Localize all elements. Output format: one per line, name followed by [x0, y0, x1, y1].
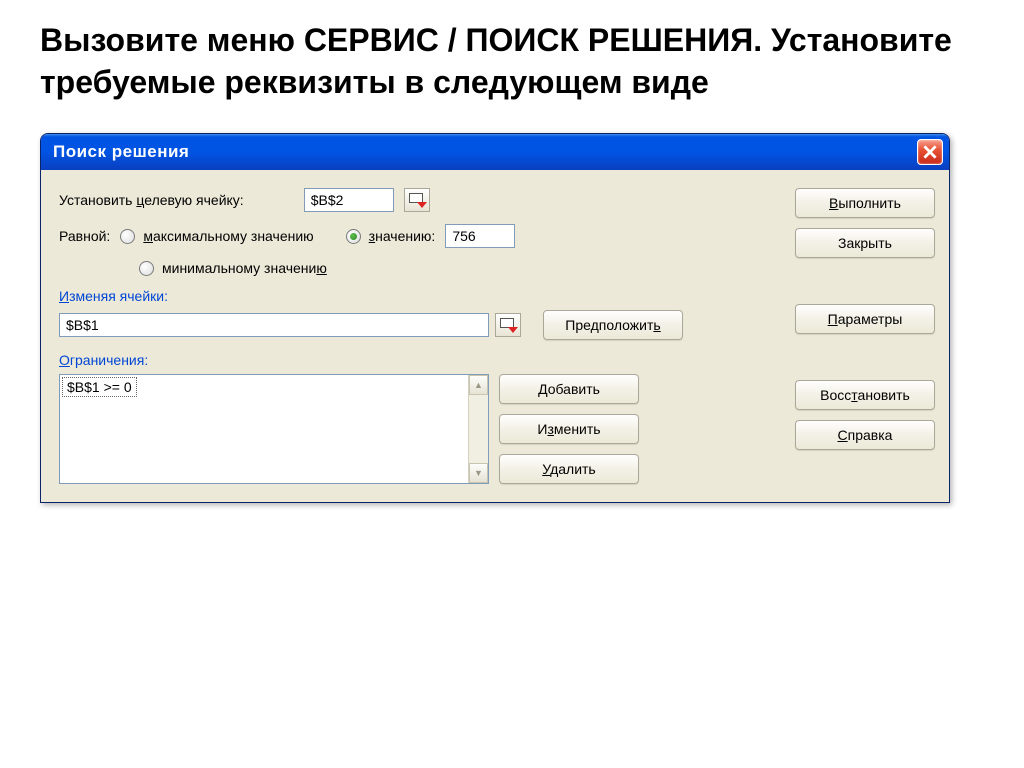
- radio-max-label: максимальному значению: [143, 228, 313, 244]
- dialog-body: Установить целевую ячейку: Равной: макси…: [41, 170, 949, 502]
- radio-min-label: минимальному значению: [162, 260, 327, 276]
- restore-button[interactable]: Восстановить: [795, 380, 935, 410]
- help-button[interactable]: Справка: [795, 420, 935, 450]
- scroll-down-icon[interactable]: ▼: [469, 463, 488, 483]
- dialog-title: Поиск решения: [53, 142, 189, 162]
- radio-min-circle: [139, 261, 154, 276]
- constraints-label: Ограничения:: [59, 352, 781, 368]
- execute-button[interactable]: Выполнить: [795, 188, 935, 218]
- min-row: минимальному значению: [139, 260, 781, 276]
- delete-button[interactable]: Удалить: [499, 454, 639, 484]
- changing-cells-input[interactable]: [59, 313, 489, 337]
- left-column: Установить целевую ячейку: Равной: макси…: [59, 188, 781, 484]
- instruction-text: Вызовите меню СЕРВИС / ПОИСК РЕШЕНИЯ. Ус…: [40, 20, 984, 103]
- radio-max[interactable]: максимальному значению: [120, 228, 313, 244]
- close-button[interactable]: [917, 139, 943, 165]
- listbox-scrollbar[interactable]: ▲ ▼: [468, 375, 488, 483]
- target-cell-label: Установить целевую ячейку:: [59, 192, 244, 208]
- radio-min[interactable]: минимальному значению: [139, 260, 327, 276]
- titlebar: Поиск решения: [41, 134, 949, 170]
- equal-row: Равной: максимальному значению значению:: [59, 224, 781, 248]
- radio-value-circle: [346, 229, 361, 244]
- radio-value[interactable]: значению:: [346, 228, 436, 244]
- target-row: Установить целевую ячейку:: [59, 188, 781, 212]
- close-dialog-button[interactable]: Закрыть: [795, 228, 935, 258]
- constraints-listbox[interactable]: $B$1 >= 0 ▲ ▼: [59, 374, 489, 484]
- parameters-button[interactable]: Параметры: [795, 304, 935, 334]
- target-refedit-button[interactable]: [404, 188, 430, 212]
- close-icon: [923, 145, 937, 159]
- changing-refedit-button[interactable]: [495, 313, 521, 337]
- suggest-button[interactable]: Предположить: [543, 310, 683, 340]
- radio-value-label: значению:: [369, 228, 436, 244]
- radio-max-circle: [120, 229, 135, 244]
- solver-dialog: Поиск решения Установить целевую ячейку:…: [40, 133, 950, 503]
- constraint-item[interactable]: $B$1 >= 0: [62, 377, 137, 397]
- add-button[interactable]: Добавить: [499, 374, 639, 404]
- changing-row: Предположить: [59, 310, 781, 340]
- constraints-area: $B$1 >= 0 ▲ ▼ Добавить Изменить Удалить: [59, 374, 781, 484]
- scroll-up-icon[interactable]: ▲: [469, 375, 488, 395]
- refedit-icon: [409, 193, 425, 207]
- refedit-icon: [500, 318, 516, 332]
- constraint-buttons: Добавить Изменить Удалить: [499, 374, 639, 484]
- value-input[interactable]: [445, 224, 515, 248]
- right-column: Выполнить Закрыть Параметры Восстановить…: [795, 188, 935, 484]
- equal-label: Равной:: [59, 228, 110, 244]
- target-cell-input[interactable]: [304, 188, 394, 212]
- change-button[interactable]: Изменить: [499, 414, 639, 444]
- changing-cells-label: Изменяя ячейки:: [59, 288, 781, 304]
